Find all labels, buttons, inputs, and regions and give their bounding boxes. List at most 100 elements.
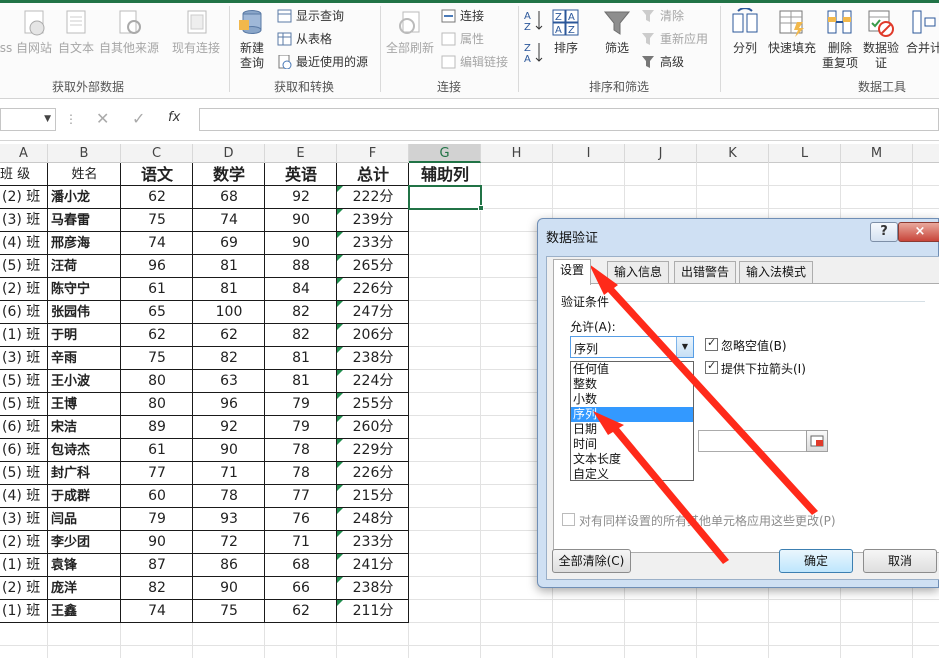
dropdown-option[interactable]: 整数 — [571, 377, 693, 392]
help-button[interactable]: ? — [870, 222, 898, 242]
sort-za-button[interactable]: ZA — [523, 40, 547, 66]
score-cell[interactable]: 260分 — [337, 416, 409, 439]
score-cell[interactable]: 248分 — [337, 508, 409, 531]
score-cell[interactable]: 75 — [193, 600, 265, 623]
header-cell[interactable]: 总计 — [337, 163, 409, 186]
sort-az-button[interactable]: AZ — [523, 8, 547, 34]
column-header[interactable]: A — [0, 144, 48, 163]
score-cell[interactable]: 92 — [265, 186, 337, 209]
class-cell[interactable]: (4) 班 — [0, 232, 48, 255]
column-header[interactable]: B — [48, 144, 121, 163]
clear-filter-button[interactable]: 清除 — [641, 6, 684, 26]
class-cell[interactable]: (5) 班 — [0, 370, 48, 393]
score-cell[interactable]: 96 — [193, 393, 265, 416]
from-table-button[interactable]: 从表格 — [277, 29, 332, 49]
dropdown-option[interactable]: 序列 — [571, 407, 693, 422]
name-cell[interactable]: 袁锋 — [48, 554, 121, 577]
clear-all-button[interactable]: 全部清除(C) — [552, 549, 631, 573]
score-cell[interactable]: 90 — [193, 577, 265, 600]
from-other-sources-button[interactable]: 自其他来源 — [98, 8, 160, 56]
class-cell[interactable]: (2) 班 — [0, 531, 48, 554]
dropdown-option[interactable]: 小数 — [571, 392, 693, 407]
score-cell[interactable]: 239分 — [337, 209, 409, 232]
score-cell[interactable]: 77 — [121, 462, 193, 485]
formula-input[interactable] — [199, 108, 939, 131]
tab-settings[interactable]: 设置 — [553, 259, 592, 285]
score-cell[interactable]: 226分 — [337, 462, 409, 485]
text-to-columns-button[interactable]: 分列 — [728, 7, 762, 56]
score-cell[interactable]: 68 — [193, 186, 265, 209]
header-cell[interactable]: 辅助列 — [409, 163, 481, 186]
chevron-down-icon[interactable]: ▼ — [676, 337, 693, 357]
dropdown-arrow-checkbox[interactable] — [705, 359, 718, 374]
score-cell[interactable]: 61 — [121, 439, 193, 462]
score-cell[interactable]: 90 — [265, 209, 337, 232]
sort-button[interactable]: ZAAZ 排序 — [549, 8, 583, 56]
recent-sources-button[interactable]: 最近使用的源 — [277, 52, 368, 72]
score-cell[interactable]: 74 — [121, 600, 193, 623]
apply-all-checkbox[interactable] — [562, 513, 575, 526]
score-cell[interactable]: 92 — [193, 416, 265, 439]
consolidate-button[interactable]: 合并计 — [904, 8, 939, 56]
score-cell[interactable]: 89 — [121, 416, 193, 439]
column-header[interactable]: L — [769, 144, 841, 163]
score-cell[interactable]: 90 — [193, 439, 265, 462]
enter-check-icon[interactable]: ✓ — [132, 109, 145, 128]
score-cell[interactable]: 215分 — [337, 485, 409, 508]
name-cell[interactable]: 于成群 — [48, 485, 121, 508]
name-cell[interactable]: 邢彦海 — [48, 232, 121, 255]
score-cell[interactable]: 60 — [121, 485, 193, 508]
name-cell[interactable]: 包诗杰 — [48, 439, 121, 462]
name-cell[interactable]: 闫品 — [48, 508, 121, 531]
column-header[interactable]: J — [625, 144, 697, 163]
score-cell[interactable]: 255分 — [337, 393, 409, 416]
name-cell[interactable]: 封广科 — [48, 462, 121, 485]
header-cell[interactable]: 语文 — [121, 163, 193, 186]
flash-fill-button[interactable]: 快速填充 — [766, 8, 818, 56]
score-cell[interactable]: 233分 — [337, 531, 409, 554]
column-header[interactable]: C — [121, 144, 193, 163]
class-cell[interactable]: (2) 班 — [0, 278, 48, 301]
score-cell[interactable]: 62 — [193, 324, 265, 347]
score-cell[interactable]: 81 — [193, 278, 265, 301]
existing-connections-button[interactable]: 现有连接 — [170, 8, 222, 56]
score-cell[interactable]: 88 — [265, 255, 337, 278]
name-cell[interactable]: 庞洋 — [48, 577, 121, 600]
filter-button[interactable]: 筛选 — [601, 8, 633, 56]
score-cell[interactable]: 82 — [265, 324, 337, 347]
ignore-blank-checkbox[interactable] — [705, 336, 718, 351]
column-header[interactable]: F — [337, 144, 409, 163]
score-cell[interactable]: 265分 — [337, 255, 409, 278]
column-header[interactable]: H — [481, 144, 553, 163]
score-cell[interactable]: 80 — [121, 370, 193, 393]
column-header[interactable]: M — [841, 144, 913, 163]
score-cell[interactable]: 79 — [265, 416, 337, 439]
name-cell[interactable]: 王博 — [48, 393, 121, 416]
score-cell[interactable]: 233分 — [337, 232, 409, 255]
name-cell[interactable]: 汪荷 — [48, 255, 121, 278]
class-cell[interactable]: (3) 班 — [0, 347, 48, 370]
score-cell[interactable]: 79 — [121, 508, 193, 531]
score-cell[interactable]: 78 — [193, 485, 265, 508]
score-cell[interactable]: 75 — [121, 209, 193, 232]
name-cell[interactable]: 陈守宁 — [48, 278, 121, 301]
tab-input-message[interactable]: 输入信息 — [607, 261, 670, 283]
name-cell[interactable]: 潘小龙 — [48, 186, 121, 209]
score-cell[interactable]: 79 — [265, 393, 337, 416]
name-box[interactable]: ▼ — [0, 108, 56, 131]
insert-function-icon[interactable]: fx — [168, 110, 180, 125]
score-cell[interactable]: 84 — [265, 278, 337, 301]
header-cell[interactable]: 班 级 — [0, 163, 48, 186]
score-cell[interactable]: 90 — [265, 232, 337, 255]
close-button[interactable]: × — [898, 222, 939, 242]
name-cell[interactable]: 辛雨 — [48, 347, 121, 370]
score-cell[interactable]: 75 — [121, 347, 193, 370]
allow-dropdown-list[interactable]: 任何值 整数 小数 序列 日期 时间 文本长度 自定义 — [570, 361, 694, 481]
drag-handle-icon[interactable]: ⋮ — [65, 112, 77, 126]
score-cell[interactable]: 206分 — [337, 324, 409, 347]
header-cell[interactable]: 数学 — [193, 163, 265, 186]
score-cell[interactable]: 76 — [265, 508, 337, 531]
score-cell[interactable]: 62 — [265, 600, 337, 623]
cancel-button[interactable]: 取消 — [863, 549, 937, 573]
source-input[interactable] — [698, 430, 810, 452]
